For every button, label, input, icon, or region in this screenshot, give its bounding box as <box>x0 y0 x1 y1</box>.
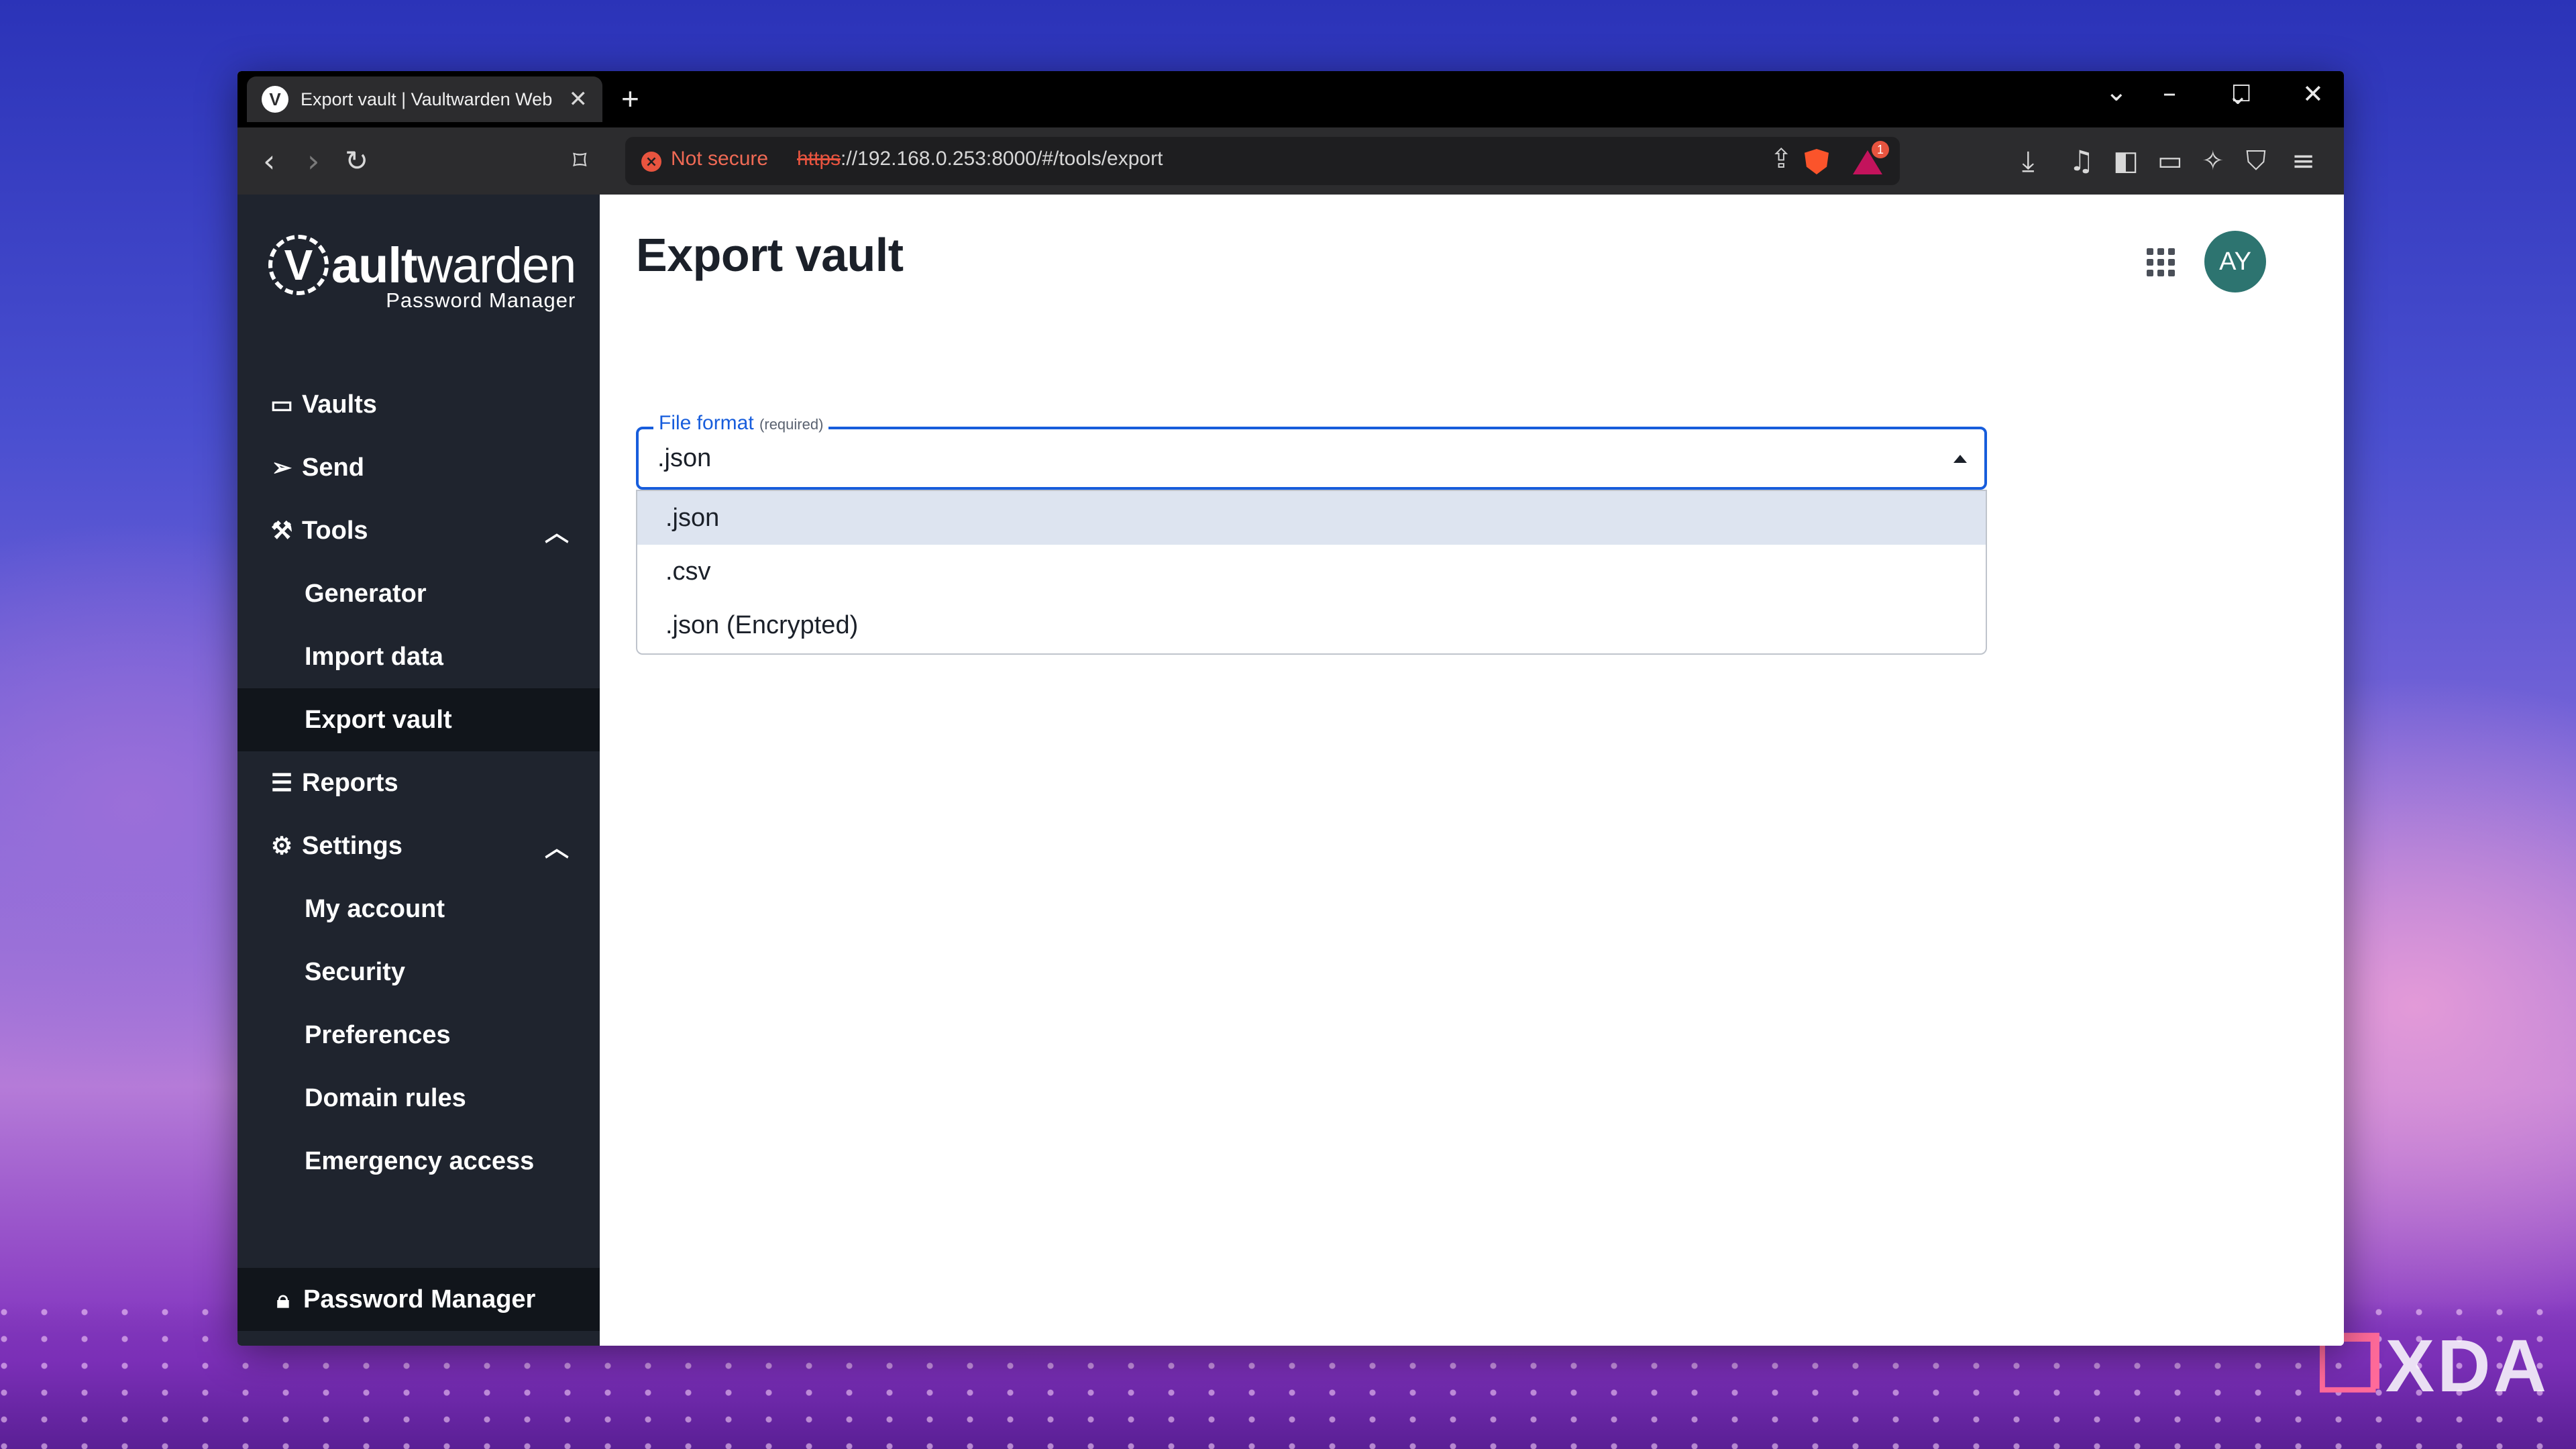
brave-shields-icon[interactable] <box>1805 149 1829 174</box>
option-json[interactable]: .json <box>637 491 1986 545</box>
file-format-dropdown: .json .csv .json (Encrypted) <box>636 490 1987 655</box>
sidebar-item-vaults[interactable]: ▭ Vaults <box>237 373 600 436</box>
sidebar-item-tools[interactable]: ⚒ Tools ︿ <box>237 499 600 562</box>
product-switcher-password-manager[interactable]: 🔒︎ Password Manager <box>237 1268 600 1331</box>
vaultwarden-logo[interactable]: V aultwarden Password Manager <box>268 235 576 313</box>
brand-subtitle: Password Manager <box>386 288 576 312</box>
sidebar-item-send[interactable]: ➢ Send <box>237 436 600 499</box>
wallet-icon[interactable]: ▭ <box>2157 142 2183 180</box>
tab-strip: V Export vault | Vaultwarden Web ✕ + ⌄ <box>237 71 2344 127</box>
share-icon[interactable]: ⇪ <box>1770 144 1792 174</box>
paper-plane-icon: ➢ <box>271 453 292 481</box>
sidebar-item-settings[interactable]: ⚙ Settings ︿ <box>237 814 600 877</box>
rewards-badge: 1 <box>1872 141 1889 158</box>
lock-icon: 🔒︎ <box>276 1285 290 1313</box>
sidebar-item-export-vault[interactable]: Export vault <box>237 688 600 751</box>
sidebar-item-domain-rules[interactable]: Domain rules <box>237 1067 600 1130</box>
new-tab-button[interactable]: + <box>621 80 639 117</box>
vault-icon: ▭ <box>270 390 293 418</box>
sidebar-item-security[interactable]: Security <box>237 941 600 1004</box>
caret-up-icon <box>1953 455 1967 463</box>
reload-icon[interactable]: ↻ <box>345 142 368 180</box>
tab-title: Export vault | Vaultwarden Web <box>301 89 553 109</box>
forward-icon[interactable]: › <box>307 142 319 180</box>
sidebar-item-emergency-access[interactable]: Emergency access <box>237 1130 600 1193</box>
url-scheme: https <box>797 148 841 170</box>
address-bar[interactable]: × Not secure https://192.168.0.253:8000/… <box>625 137 1900 185</box>
vaultwarden-favicon-icon: V <box>262 86 288 113</box>
sidebar-item-my-account[interactable]: My account <box>237 877 600 941</box>
page-title: Export vault <box>636 229 904 281</box>
url-path: ://192.168.0.253:8000/#/tools/export <box>841 148 1163 170</box>
bookmark-icon[interactable]: ⌑ <box>573 142 587 180</box>
sidebar-item-preferences[interactable]: Preferences <box>237 1004 600 1067</box>
sliders-icon: ☰ <box>270 769 293 796</box>
vpn-icon[interactable]: ⛉ <box>2246 142 2266 180</box>
product-switcher-grid-icon[interactable] <box>2147 248 2175 276</box>
leo-ai-icon[interactable]: ✧ <box>2202 142 2224 180</box>
sidebar-item-generator[interactable]: Generator <box>237 562 600 625</box>
window-close-icon[interactable]: ✕ <box>2302 79 2324 109</box>
browser-window: V Export vault | Vaultwarden Web ✕ + ⌄ –… <box>237 71 2344 1346</box>
sidebar-item-import-data[interactable]: Import data <box>237 625 600 688</box>
not-secure-label[interactable]: Not secure <box>671 148 768 170</box>
avatar[interactable]: AY <box>2204 231 2266 292</box>
not-secure-icon: × <box>641 152 661 172</box>
menu-icon[interactable]: ≡ <box>2292 142 2315 180</box>
vaultwarden-gear-icon: V <box>268 235 329 295</box>
brand-name: aultwarden <box>331 237 576 293</box>
url-text[interactable]: https://192.168.0.253:8000/#/tools/expor… <box>797 148 1163 170</box>
xda-watermark: ❐XDA <box>2316 1325 2549 1407</box>
file-format-value: .json <box>657 444 712 472</box>
sidebar-item-reports[interactable]: ☰ Reports <box>237 751 600 814</box>
window-minimize-icon[interactable]: – <box>2163 78 2176 109</box>
back-icon[interactable]: ‹ <box>263 142 275 180</box>
file-format-label: File format (required) <box>653 412 829 435</box>
download-icon[interactable]: ⤓ <box>2022 142 2035 180</box>
chevron-up-icon[interactable]: ︿ <box>545 828 569 863</box>
file-format-select[interactable]: File format (required) .json <box>636 412 1987 490</box>
gear-icon: ⚙ <box>270 832 293 859</box>
wrench-icon: ⚒ <box>270 517 293 544</box>
tab-export-vault[interactable]: V Export vault | Vaultwarden Web ✕ <box>247 76 602 122</box>
window-maximize-icon[interactable]: ☐ <box>2231 80 2251 107</box>
option-json-encrypted[interactable]: .json (Encrypted) <box>637 598 1986 652</box>
browser-toolbar: ‹ › ↻ ⌑ × Not secure https://192.168.0.2… <box>237 127 2344 195</box>
media-icon[interactable]: ♫ <box>2069 142 2094 180</box>
option-csv[interactable]: .csv <box>637 545 1986 598</box>
tab-list-chevron-icon[interactable]: ⌄ <box>2105 76 2128 107</box>
chevron-up-icon[interactable]: ︿ <box>545 513 569 548</box>
tab-close-icon[interactable]: ✕ <box>569 86 588 113</box>
sidebar-toggle-icon[interactable]: ◧ <box>2113 142 2139 180</box>
main-content: Export vault AY File format (required) .… <box>600 195 2344 1346</box>
sidebar: V aultwarden Password Manager ▭ Vaults ➢… <box>237 195 600 1346</box>
